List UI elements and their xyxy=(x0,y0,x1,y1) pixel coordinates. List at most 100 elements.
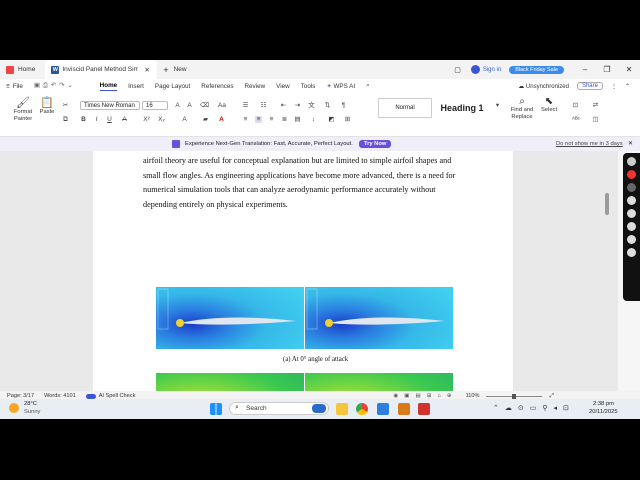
unsync-status[interactable]: ☁ Unsynchronized xyxy=(518,83,569,90)
shading-icon[interactable]: ◩ xyxy=(328,116,335,123)
grow-font-icon[interactable]: A xyxy=(174,102,181,109)
record-icon[interactable] xyxy=(627,170,636,179)
clear-format-icon[interactable]: ⌫ xyxy=(200,102,209,109)
camera-icon[interactable] xyxy=(627,157,636,166)
line-spacing-icon[interactable]: ↕ xyxy=(310,116,317,123)
search-icon[interactable]: ⌕ xyxy=(366,82,370,90)
zoom-slider-knob[interactable] xyxy=(511,393,516,399)
system-tray-icons[interactable]: ⌃☁⊙▭⚲◂⊡ xyxy=(493,404,575,412)
format-painter-button[interactable]: 🖌 Format Painter xyxy=(10,96,36,123)
justify-icon[interactable]: ≣ xyxy=(281,116,288,123)
wps-office-icon[interactable] xyxy=(418,403,430,415)
borders-icon[interactable]: ⊞ xyxy=(344,116,351,123)
find-replace-button[interactable]: ⌕ Find and Replace xyxy=(508,96,536,121)
italic-icon[interactable]: I xyxy=(93,116,100,123)
file-explorer-icon[interactable] xyxy=(336,403,348,415)
tab-wps-ai[interactable]: ✦ WPS AI xyxy=(326,83,355,90)
zoom-slider[interactable] xyxy=(485,393,542,399)
contour-figure-b[interactable] xyxy=(156,373,453,391)
microphone-icon[interactable] xyxy=(627,196,636,205)
align-left-icon[interactable]: ≡ xyxy=(242,116,249,123)
sign-in-button[interactable]: Sign in xyxy=(470,65,501,74)
strikethrough-icon[interactable]: A xyxy=(121,116,128,123)
track-icon[interactable]: ◫ xyxy=(592,116,599,123)
black-friday-button[interactable]: Black Friday Sale xyxy=(509,65,564,74)
document-page[interactable]: airfoil theory are useful for conceptual… xyxy=(93,151,513,391)
close-window-icon[interactable]: ✕ xyxy=(618,65,640,74)
sort-icon[interactable]: ⇅ xyxy=(324,102,331,109)
minimize-icon[interactable]: – xyxy=(574,65,596,74)
font-select[interactable]: Times New Roman xyxy=(80,101,140,110)
style-heading-1[interactable]: Heading 1 xyxy=(434,98,490,118)
volume-icon[interactable] xyxy=(627,209,636,218)
chinese-layout-icon[interactable]: 文 xyxy=(308,102,315,109)
change-case-icon[interactable]: Aa xyxy=(218,102,226,109)
start-icon[interactable] xyxy=(210,403,222,415)
hamburger-icon[interactable]: ≡ xyxy=(6,83,10,90)
paste-button[interactable]: 📋 Paste xyxy=(36,96,58,115)
window-layout-icon[interactable]: ▢ xyxy=(454,66,461,74)
screen-icon[interactable] xyxy=(627,235,636,244)
highlight-icon[interactable]: ▰ xyxy=(202,116,209,123)
word-count-icon[interactable]: ᴬᴮᶜ xyxy=(572,116,580,123)
align-right-icon[interactable]: ≡ xyxy=(268,116,275,123)
collapse-ribbon-icon[interactable]: ⌃ xyxy=(625,83,630,90)
underline-icon[interactable]: U xyxy=(106,116,113,123)
select-button[interactable]: ⬉ Select xyxy=(538,96,560,113)
distribute-icon[interactable]: ▤ xyxy=(294,116,301,123)
home-tab[interactable]: Home xyxy=(0,60,41,79)
maximize-icon[interactable]: ❐ xyxy=(596,65,618,74)
photos-icon[interactable] xyxy=(398,403,410,415)
numbering-icon[interactable]: ☷ xyxy=(260,102,267,109)
dismiss-promo-link[interactable]: Do not show me in 3 days xyxy=(556,141,623,147)
search-highlight-icon[interactable] xyxy=(312,404,326,413)
tab-references[interactable]: References xyxy=(201,83,233,90)
clock-date[interactable]: 20/11/2025 xyxy=(589,409,618,415)
superscript-icon[interactable]: X² xyxy=(143,116,150,123)
tab-home[interactable]: Home xyxy=(99,82,118,91)
show-marks-icon[interactable]: ¶ xyxy=(340,102,347,109)
shrink-font-icon[interactable]: A xyxy=(186,102,193,109)
bold-icon[interactable]: B xyxy=(80,116,87,123)
tab-insert[interactable]: Insert xyxy=(128,83,144,90)
tab-view[interactable]: View xyxy=(276,83,290,90)
weather-icon[interactable] xyxy=(9,403,19,413)
webcam-icon[interactable] xyxy=(627,183,636,192)
style-normal[interactable]: Normal xyxy=(378,98,432,118)
share-button[interactable]: Share xyxy=(576,82,603,90)
quick-access-icons[interactable]: ▣⎙↶↷⌄ xyxy=(34,82,76,90)
more-options-icon[interactable]: ⋮ xyxy=(611,83,617,90)
chrome-icon[interactable] xyxy=(356,403,368,415)
scrollbar-thumb[interactable] xyxy=(605,193,609,215)
contour-figure-a[interactable] xyxy=(156,287,453,349)
store-icon[interactable] xyxy=(377,403,389,415)
bullets-icon[interactable]: ☰ xyxy=(242,102,249,109)
vertical-scrollbar[interactable] xyxy=(604,151,610,391)
decrease-indent-icon[interactable]: ⇤ xyxy=(280,102,287,109)
align-center-icon[interactable]: ≡ xyxy=(255,116,262,123)
translate-icon[interactable]: ⇄ xyxy=(592,102,599,109)
styles-expand-icon[interactable]: ▾ xyxy=(494,102,501,109)
try-now-button[interactable]: Try Now xyxy=(358,140,392,148)
spellcheck-icon[interactable]: ⊡ xyxy=(572,102,579,109)
search-label: Search xyxy=(246,405,267,412)
new-tab-button[interactable]: + New xyxy=(157,60,192,79)
translate-promo-icon xyxy=(172,140,180,148)
cut-icon[interactable]: ✂ xyxy=(62,102,69,109)
settings-gear-icon[interactable] xyxy=(627,248,636,257)
increase-indent-icon[interactable]: ⇥ xyxy=(294,102,301,109)
text-effect-icon[interactable]: A xyxy=(181,116,188,123)
draw-icon[interactable] xyxy=(627,222,636,231)
font-color-icon[interactable]: A xyxy=(218,116,225,123)
clock-time[interactable]: 2:38 pm xyxy=(593,401,614,407)
font-size-select[interactable]: 16 xyxy=(142,101,168,110)
tab-page-layout[interactable]: Page Layout xyxy=(155,83,190,90)
tab-tools[interactable]: Tools xyxy=(301,83,316,90)
subscript-icon[interactable]: X₂ xyxy=(158,116,165,123)
close-tab-icon[interactable]: ✕ xyxy=(144,66,149,74)
close-promo-icon[interactable]: ✕ xyxy=(628,141,633,147)
copy-icon[interactable]: ⧉ xyxy=(62,116,69,123)
tab-review[interactable]: Review xyxy=(245,83,266,90)
file-menu[interactable]: File xyxy=(13,83,23,90)
document-tab[interactable]: W Inviscid Panel Method Simu ✕ xyxy=(45,60,158,79)
